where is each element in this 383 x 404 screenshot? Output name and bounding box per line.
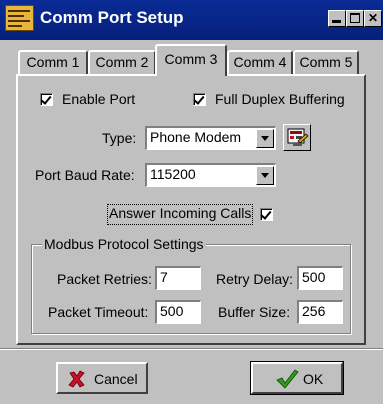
close-icon[interactable]: ✕ [364,10,382,27]
comm-port-setup-window: Comm Port Setup ✕ Comm 1 Comm 2 Comm 3 C… [0,0,383,404]
window-title: Comm Port Setup [40,8,184,27]
baud-rate-value: 115200 [150,166,196,182]
retry-delay-input[interactable]: 500 [297,266,343,290]
buffer-size-value: 256 [302,303,326,319]
baud-rate-label: Port Baud Rate: [35,167,135,183]
modem-settings-icon[interactable] [283,124,311,151]
type-value: Phone Modem [150,129,242,145]
tab-comm-3[interactable]: Comm 3 [155,44,227,76]
full-duplex-checkbox[interactable] [193,93,206,106]
divider [0,348,383,350]
packet-timeout-value: 500 [160,303,184,319]
enable-port-checkbox[interactable] [40,93,53,106]
cancel-button[interactable]: Cancel [56,362,148,394]
retry-delay-value: 500 [302,269,326,285]
tab-comm-2[interactable]: Comm 2 [88,50,156,74]
type-label: Type: [102,130,137,146]
tab-label: Comm 4 [233,54,287,70]
full-duplex-label: Full Duplex Buffering [215,91,345,107]
packet-timeout-label: Packet Timeout: [48,304,149,320]
baud-rate-select[interactable]: 115200 [145,163,276,187]
cancel-x-icon [68,370,85,388]
ok-button[interactable]: OK [250,361,344,395]
tab-label: Comm 1 [26,54,80,70]
buffer-size-label: Buffer Size: [218,304,291,320]
app-icon [5,5,34,31]
chevron-down-icon[interactable] [256,129,274,148]
ok-label: OK [303,371,324,387]
tab-label: Comm 2 [95,54,149,70]
answer-calls-checkbox[interactable] [260,208,273,221]
title-bar[interactable]: Comm Port Setup ✕ [0,0,383,40]
modbus-group-label: Modbus Protocol Settings [42,236,206,252]
minimize-icon[interactable] [328,10,346,27]
type-select[interactable]: Phone Modem [145,126,276,150]
cancel-label: Cancel [94,371,138,387]
packet-retries-value: 7 [160,269,168,285]
tab-label: Comm 3 [164,51,218,67]
retry-delay-label: Retry Delay: [216,271,294,287]
ok-check-icon [276,369,299,389]
tab-comm-1[interactable]: Comm 1 [18,50,88,74]
buffer-size-input[interactable]: 256 [297,300,343,324]
enable-port-label: Enable Port [62,91,136,107]
packet-timeout-input[interactable]: 500 [155,300,201,324]
tab-comm-5[interactable]: Comm 5 [293,50,359,74]
chevron-down-icon[interactable] [256,166,274,185]
tab-comm-4[interactable]: Comm 4 [227,50,293,74]
maximize-icon[interactable] [346,10,364,27]
packet-retries-label: Packet Retries: [57,271,152,287]
packet-retries-input[interactable]: 7 [155,266,201,290]
tab-label: Comm 5 [299,54,353,70]
answer-calls-label: Answer Incoming Calls [109,205,252,221]
